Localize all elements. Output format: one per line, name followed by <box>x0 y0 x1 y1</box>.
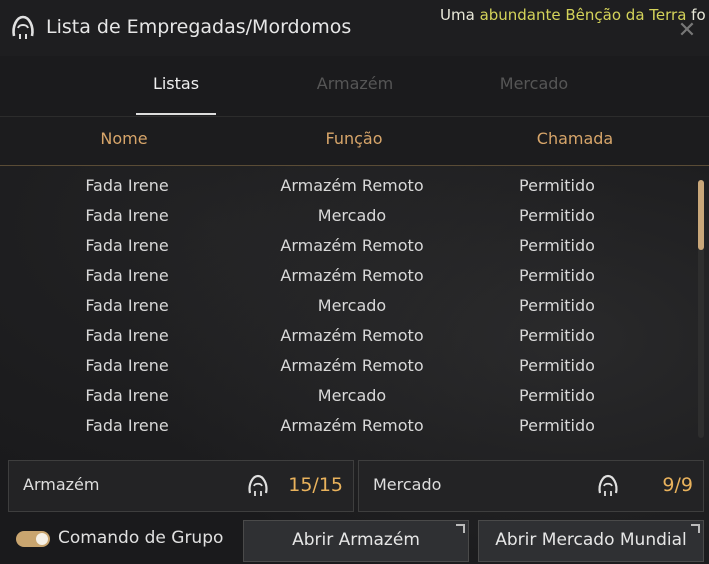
column-header-function: Função <box>325 129 383 148</box>
column-header-call: Chamada <box>536 129 614 148</box>
cell-name: Fada Irene <box>85 206 169 225</box>
cell-function: Armazém Remoto <box>280 176 424 195</box>
cell-function: Mercado <box>317 386 387 405</box>
table-row[interactable]: Fada Irene Armazém Remoto Permitido <box>0 231 690 261</box>
storage-count-box: Armazém 15/15 <box>8 460 354 512</box>
cell-call: Permitido <box>519 356 595 375</box>
market-count-label: Mercado <box>373 475 442 494</box>
cell-call: Permitido <box>519 326 595 345</box>
notice-highlight: abundante Bênção da Terra <box>479 6 687 24</box>
table-row[interactable]: Fada Irene Armazém Remoto Permitido <box>0 411 690 441</box>
butler-icon <box>12 15 34 39</box>
window-title: Lista de Empregadas/Mordomos <box>46 16 352 38</box>
cell-function: Armazém Remoto <box>280 416 424 435</box>
butler-icon <box>248 474 268 496</box>
maid-list: Fada Irene Armazém Remoto Permitido Fada… <box>0 166 690 450</box>
cell-name: Fada Irene <box>85 356 169 375</box>
table-row[interactable]: Fada Irene Armazém Remoto Permitido <box>0 351 690 381</box>
close-icon[interactable]: ✕ <box>676 20 698 42</box>
cell-call: Permitido <box>519 266 595 285</box>
open-storage-label: Abrir Armazém <box>292 530 420 550</box>
group-command-label: Comando de Grupo <box>58 528 224 548</box>
cell-name: Fada Irene <box>85 416 169 435</box>
maid-list-window: Lista de Empregadas/Mordomos Uma abundan… <box>0 0 709 564</box>
table-row[interactable]: Fada Irene Mercado Permitido <box>0 201 690 231</box>
cell-function: Mercado <box>317 206 387 225</box>
active-tab-indicator <box>136 113 216 115</box>
table-header: Nome Função Chamada <box>0 117 709 166</box>
market-count-value: 9/9 <box>662 474 693 496</box>
storage-count-label: Armazém <box>23 475 100 494</box>
table-row[interactable]: Fada Irene Armazém Remoto Permitido <box>0 261 690 291</box>
scrollbar-thumb[interactable] <box>698 180 704 250</box>
cell-function: Armazém Remoto <box>280 356 424 375</box>
market-count-box: Mercado 9/9 <box>358 460 704 512</box>
cell-function: Armazém Remoto <box>280 266 424 285</box>
toggle-knob <box>36 533 48 545</box>
cell-name: Fada Irene <box>85 266 169 285</box>
cell-name: Fada Irene <box>85 176 169 195</box>
open-storage-button[interactable]: Abrir Armazém <box>243 520 469 562</box>
cell-call: Permitido <box>519 176 595 195</box>
cell-name: Fada Irene <box>85 236 169 255</box>
table-row[interactable]: Fada Irene Mercado Permitido <box>0 291 690 321</box>
external-window-icon <box>456 524 465 533</box>
tab-listas[interactable]: Listas <box>116 74 236 93</box>
cell-name: Fada Irene <box>85 296 169 315</box>
notice-prefix: Uma <box>440 6 480 24</box>
title-bar[interactable]: Lista de Empregadas/Mordomos Uma abundan… <box>0 0 709 57</box>
open-world-market-label: Abrir Mercado Mundial <box>495 530 687 550</box>
group-command-toggle[interactable] <box>16 531 50 547</box>
cell-call: Permitido <box>519 236 595 255</box>
butler-icon <box>598 474 618 496</box>
open-world-market-button[interactable]: Abrir Mercado Mundial <box>478 520 704 562</box>
cell-function: Armazém Remoto <box>280 326 424 345</box>
cell-function: Mercado <box>317 296 387 315</box>
storage-count-value: 15/15 <box>288 474 343 496</box>
cell-call: Permitido <box>519 206 595 225</box>
cell-call: Permitido <box>519 416 595 435</box>
tab-bar: Listas Armazém Mercado <box>0 56 709 117</box>
table-row[interactable]: Fada Irene Armazém Remoto Permitido <box>0 171 690 201</box>
cell-name: Fada Irene <box>85 386 169 405</box>
tab-armazem[interactable]: Armazém <box>295 74 415 93</box>
column-header-name: Nome <box>100 129 148 148</box>
table-row[interactable]: Fada Irene Mercado Permitido <box>0 381 690 411</box>
table-row[interactable]: Fada Irene Armazém Remoto Permitido <box>0 321 690 351</box>
notice-message: Uma abundante Bênção da Terra fo <box>440 6 706 24</box>
external-window-icon <box>691 524 700 533</box>
cell-function: Armazém Remoto <box>280 236 424 255</box>
cell-name: Fada Irene <box>85 326 169 345</box>
tab-mercado[interactable]: Mercado <box>474 74 594 93</box>
cell-call: Permitido <box>519 386 595 405</box>
cell-call: Permitido <box>519 296 595 315</box>
